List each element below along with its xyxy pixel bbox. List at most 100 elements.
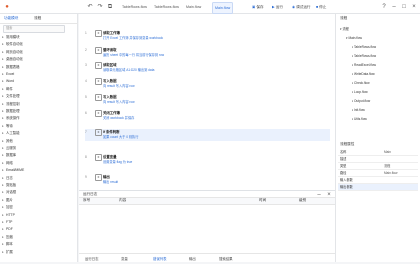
- sidebar-item[interactable]: ▸ 桌面自动化: [2, 56, 76, 63]
- sidebar-item[interactable]: ▸ 剪贴板: [2, 182, 76, 189]
- tab-search-results[interactable]: 搜索结果: [219, 256, 233, 261]
- tree-node[interactable]: ▪ TableRows.flow: [352, 53, 376, 59]
- copy-icon[interactable]: ⧉: [106, 3, 114, 11]
- tab-flows[interactable]: 流程: [34, 15, 41, 22]
- tab-file-2[interactable]: TableRows.flow: [152, 2, 181, 12]
- tree-node[interactable]: ▪ WriteData.flow: [352, 71, 375, 77]
- sidebar-item[interactable]: ▸ 等待: [2, 123, 76, 130]
- sidebar-item-label: Word: [6, 79, 15, 84]
- sidebar-item[interactable]: ▸ 数据处理: [2, 108, 76, 115]
- tree-node[interactable]: ▪ Output.flow: [352, 98, 370, 104]
- step-description: 读取单元格区域 A1:D20 输出到 data: [103, 68, 155, 72]
- sidebar-item[interactable]: ▸ 人工智能: [2, 130, 76, 137]
- sidebar-item[interactable]: ▸ 扩展: [2, 249, 76, 256]
- sidebar-item-label: FTP: [6, 220, 13, 224]
- sidebar-item[interactable]: ▸ 压缩: [2, 234, 76, 241]
- sidebar-item[interactable]: ▸ 流程控制: [2, 101, 76, 108]
- property-row[interactable]: 输出参数: [338, 184, 418, 191]
- tab-modules[interactable]: 功能模块: [4, 15, 18, 22]
- property-key: 名称: [340, 150, 347, 154]
- sidebar-item[interactable]: ▸ 数据库: [2, 152, 76, 159]
- sidebar-item[interactable]: ▸ 邮件: [2, 86, 76, 93]
- flow-step[interactable]: 2 ≡ 循环读取 遍历 sheet 中的每一行 将当前行保存到 row: [85, 47, 330, 59]
- sidebar-item[interactable]: ▸ 系统操作: [2, 115, 76, 122]
- sidebar-item[interactable]: ▸ 网页自动化: [2, 49, 76, 56]
- close-icon[interactable]: ×: [410, 3, 418, 11]
- min-icon[interactable]: –: [390, 3, 398, 11]
- save-button[interactable]: ▣保存: [252, 3, 264, 11]
- module-search-input[interactable]: 搜索: [3, 25, 65, 33]
- sidebar-item[interactable]: ▸ FTP: [2, 219, 76, 226]
- sidebar-item[interactable]: ▸ HTTP: [2, 212, 76, 219]
- property-row[interactable]: 描述: [338, 156, 418, 163]
- sidebar-item[interactable]: ▸ 脚本: [2, 241, 76, 248]
- sidebar-item[interactable]: ▸ Excel: [2, 71, 76, 78]
- tab-file-4[interactable]: Main.flow: [212, 2, 234, 14]
- flow-step[interactable]: 7 ≡ If 条件判断 如果 count 大于 0 则执行: [85, 129, 330, 141]
- sidebar-item[interactable]: ▸ Word: [2, 78, 76, 85]
- sidebar-item[interactable]: ▸ 日志: [2, 175, 76, 182]
- sidebar-item-label: 网络: [6, 160, 13, 165]
- sidebar-item[interactable]: ▸ 常用模块: [2, 34, 76, 41]
- col-content: 内容: [119, 198, 127, 202]
- tab-variables[interactable]: 变量: [121, 256, 128, 261]
- flow-step[interactable]: 5 ≡ 写入数据向 result 写入内容 row: [85, 94, 330, 106]
- tree-node[interactable]: ▾ Main.flow: [346, 35, 362, 41]
- sidebar-item[interactable]: ▸ Email/MIME: [2, 167, 76, 174]
- property-row[interactable]: 名称 Main: [338, 149, 418, 156]
- sidebar-item-label: 系统操作: [6, 116, 20, 121]
- sidebar-item[interactable]: ▸ 数据表格: [2, 64, 76, 71]
- sidebar-item[interactable]: ▸ 其他: [2, 138, 76, 145]
- property-row[interactable]: 输入参数: [338, 177, 418, 184]
- flow-step[interactable]: 9 ≡ 输出 输出 result: [85, 174, 330, 186]
- tab-output[interactable]: 输出: [189, 256, 196, 261]
- sidebar-item[interactable]: ▸ 云服务: [2, 145, 76, 152]
- tab-run-log[interactable]: 运行日志: [85, 256, 99, 261]
- tree-node[interactable]: ▪ Loop.flow: [352, 89, 368, 95]
- sidebar-item[interactable]: ▸ 文件处理: [2, 93, 76, 100]
- flow-step[interactable]: 8 ≡ 设置变量 设置变量 flag 为 true: [85, 154, 330, 166]
- tree-node[interactable]: ▪ ReadExcel.flow: [352, 62, 376, 68]
- sidebar-item-label: 其他: [6, 138, 13, 143]
- sidebar-item[interactable]: ▸ 图片: [2, 197, 76, 204]
- step-icon: ≡: [95, 129, 102, 136]
- property-row[interactable]: 路径 Main.flow: [338, 170, 418, 177]
- step-icon: ≡: [95, 94, 102, 101]
- flow-step[interactable]: 6 ≡ 关闭工作簿 关闭 workbook 并保存: [85, 110, 330, 122]
- col-time: 时间: [259, 198, 267, 202]
- stop-button[interactable]: ■停止: [316, 3, 326, 11]
- tree-node[interactable]: ▪ Utils.flow: [352, 116, 367, 122]
- undo-icon[interactable]: ↶: [86, 3, 94, 11]
- step-number: 1: [85, 31, 87, 35]
- step-description: 遍历 sheet 中的每一行 将当前行保存到 row: [103, 53, 165, 57]
- sidebar-item[interactable]: ▸ 加密: [2, 204, 76, 211]
- tree-node[interactable]: ▪ Init.flow: [352, 107, 365, 113]
- tree-node-label: Main.flow: [348, 36, 362, 40]
- flow-step[interactable]: 3 ≡ 读取区域 读取单元格区域 A1:D20 输出到 data: [85, 62, 330, 74]
- max-icon[interactable]: □: [400, 3, 408, 11]
- tab-file-3[interactable]: Main.flow: [184, 2, 203, 12]
- property-key: 输出参数: [340, 185, 353, 189]
- sidebar-item-label: Excel: [6, 72, 15, 76]
- module-sidebar: 功能模块 流程 搜索 ▸ 常用模块 ▸ 软件自动化 ▸ 网页自动化 ▸ 桌面自动化 ▸ 数据表格 ▸…: [0, 14, 78, 262]
- tree-node[interactable]: ▾ 流程: [340, 26, 349, 32]
- property-row[interactable]: 类型 流程: [338, 163, 418, 170]
- project-panel: 流程 ▾ 流程 ▾ Main.flow ▪ TableRows.flow ▪ Tabl…: [335, 14, 420, 262]
- sidebar-item[interactable]: ▸ 网络: [2, 160, 76, 167]
- debug-button[interactable]: ◉调试运行: [292, 3, 311, 11]
- tree-node[interactable]: ▪ TableRows.flow: [352, 44, 376, 50]
- sidebar-item-label: 软件自动化: [6, 42, 23, 47]
- tab-file-1[interactable]: TableRows.flow: [120, 2, 149, 12]
- sidebar-item[interactable]: ▸ 软件自动化: [2, 41, 76, 48]
- col-index: 序号: [83, 198, 91, 202]
- redo-icon[interactable]: ↷: [96, 3, 104, 11]
- help-icon[interactable]: ?: [380, 3, 388, 11]
- tab-errors[interactable]: 错误列表: [153, 256, 167, 261]
- flow-step[interactable]: 4 ≡ 写入数据向 result 写入内容 row: [85, 78, 330, 90]
- flow-step[interactable]: 1 ≡ 读取工作簿 打开 Excel 工作簿 并保存到变量 workbook: [85, 30, 330, 42]
- sidebar-item-label: 扩展: [6, 249, 13, 254]
- run-button[interactable]: ▶运行: [272, 3, 283, 11]
- sidebar-item[interactable]: ▸ PDF: [2, 226, 76, 233]
- tree-node[interactable]: ▪ Check.flow: [352, 80, 370, 86]
- sidebar-item[interactable]: ▸ 对话框: [2, 189, 76, 196]
